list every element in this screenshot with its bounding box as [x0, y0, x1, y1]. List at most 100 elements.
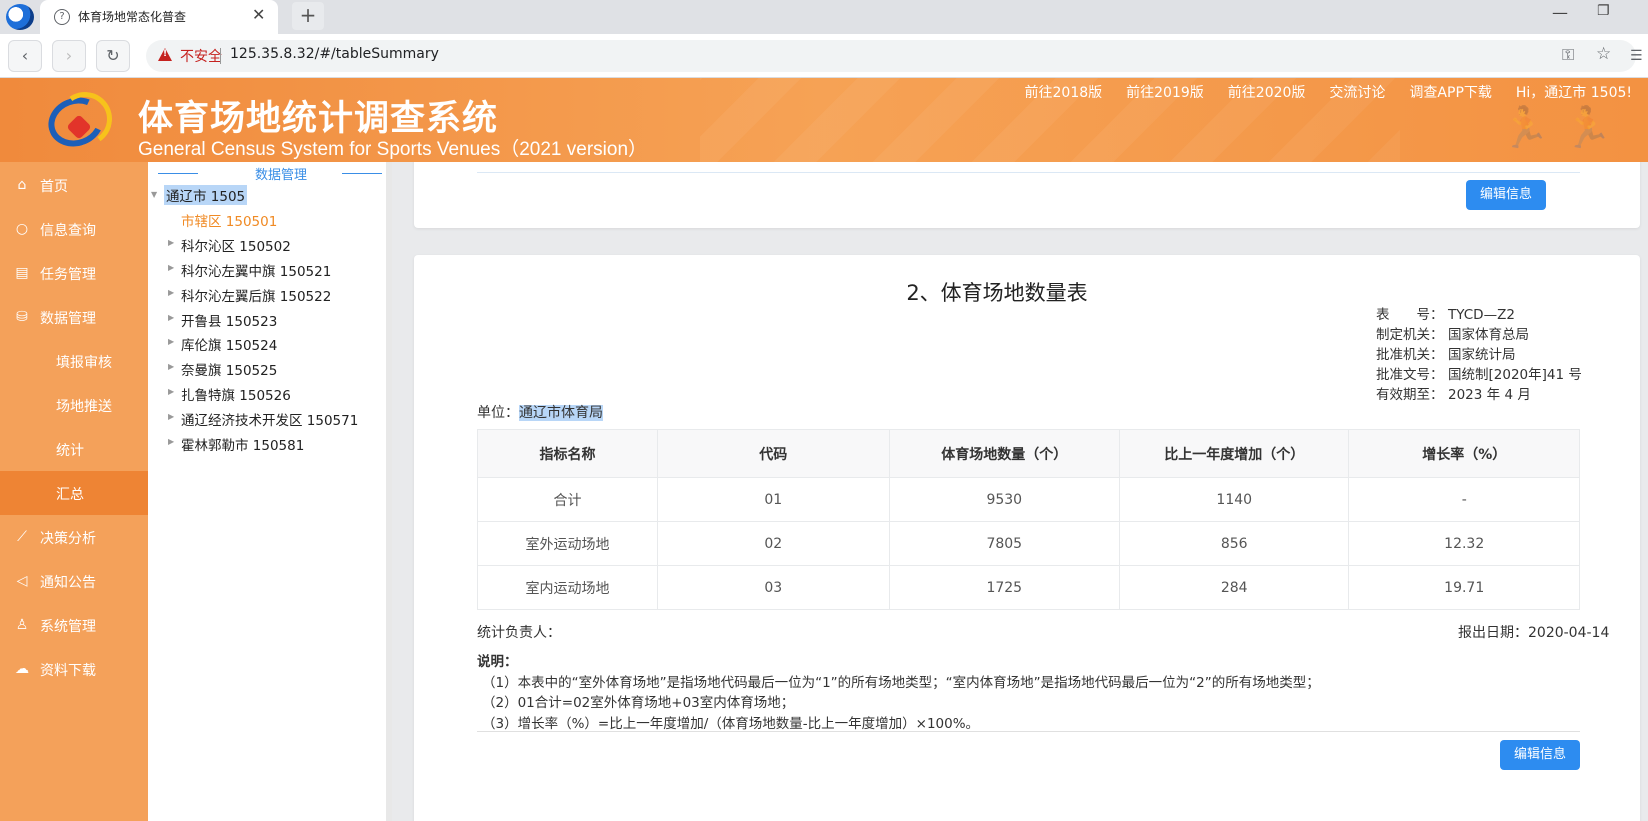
- collapse-arrow-icon[interactable]: ▶: [168, 337, 174, 346]
- venue-count-table: 指标名称 代码 体育场地数量（个） 比上一年度增加（个） 增长率（%） 合计 0…: [477, 429, 1580, 610]
- edit-info-button[interactable]: 编辑信息: [1466, 180, 1546, 210]
- table-cell: 01: [656, 477, 890, 522]
- database-icon: ⛁: [16, 309, 28, 325]
- divider: [477, 731, 1580, 732]
- user-greeting[interactable]: Hi，通辽市 1505!: [1516, 82, 1632, 102]
- speaker-icon: ◁: [16, 573, 28, 589]
- restore-icon[interactable]: ❐: [1597, 3, 1610, 19]
- table-header-row: 指标名称 代码 体育场地数量（个） 比上一年度增加（个） 增长率（%）: [477, 429, 1580, 478]
- sidebar-item-task-management[interactable]: ▤ 任务管理: [0, 251, 148, 297]
- nav-2018[interactable]: 前往2018版: [1025, 82, 1103, 102]
- home-icon: ⌂: [17, 177, 27, 193]
- collapse-arrow-icon[interactable]: ▶: [168, 238, 174, 247]
- sidebar-item-statistics[interactable]: 统计: [0, 427, 148, 473]
- previous-report-card: 编辑信息: [414, 162, 1640, 228]
- tree-node[interactable]: 通辽经济技术开发区 150571: [181, 409, 358, 429]
- nav-2020[interactable]: 前往2020版: [1228, 82, 1306, 102]
- collapse-arrow-icon[interactable]: ▶: [168, 362, 174, 371]
- browser-tab-bar: ? 体育场地常态化普查 ✕ + — ❐: [0, 0, 1648, 34]
- download-icon: ☁: [15, 661, 29, 677]
- menu-icon[interactable]: ☰: [1630, 48, 1643, 64]
- main-content: 编辑信息 2、体育场地数量表 表 号： TYCD—Z2 制定机关： 国家体育总局 批…: [392, 162, 1648, 821]
- bookmark-star-icon[interactable]: ☆: [1596, 44, 1611, 64]
- column-header: 增长率（%）: [1348, 429, 1580, 478]
- sidebar-item-downloads[interactable]: ☁ 资料下载: [0, 647, 148, 693]
- tree-node[interactable]: 科尔沁左翼后旗 150522: [181, 285, 331, 305]
- nav-discussion[interactable]: 交流讨论: [1329, 82, 1385, 102]
- note-line: （1）本表中的“室外体育场地”是指场地代码最后一位为“1”的所有场地类型；“室内…: [482, 674, 1320, 691]
- address-bar: ‹ › ↻ ! 不安全 125.35.8.32/#/tableSummary ⚿…: [0, 34, 1648, 78]
- collapse-arrow-icon[interactable]: ▶: [168, 412, 174, 421]
- table-cell: 1725: [888, 565, 1121, 610]
- collapse-arrow-icon[interactable]: ▶: [168, 437, 174, 446]
- sidebar-item-venue-push[interactable]: 场地推送: [0, 383, 148, 429]
- tree-node[interactable]: 科尔沁左翼中旗 150521: [181, 260, 331, 280]
- table-cell: 12.32: [1348, 521, 1580, 566]
- tree-node[interactable]: 霍林郭勒市 150581: [181, 434, 304, 454]
- sidebar-item-review[interactable]: 填报审核: [0, 339, 148, 385]
- browser-tab[interactable]: ? 体育场地常态化普查 ✕: [40, 0, 278, 34]
- table-cell: 合计: [477, 477, 658, 522]
- column-header: 代码: [656, 429, 890, 478]
- task-icon: ▤: [15, 265, 29, 281]
- sidebar-item-decision-analysis[interactable]: ⟋ 决策分析: [0, 515, 148, 561]
- sidebar-item-info-query[interactable]: ○ 信息查询: [0, 207, 148, 253]
- unit-line: 单位：通辽市体育局: [477, 402, 603, 422]
- note-line: （2）01合计=02室外体育场地+03室内体育场地；: [482, 695, 795, 711]
- sidebar: ⌂ 首页 ○ 信息查询 ▤ 任务管理 ⛁ 数据管理 填报审核 场地推送 统计 汇…: [0, 162, 148, 821]
- sidebar-item-data-management[interactable]: ⛁ 数据管理: [0, 295, 148, 341]
- report-card: 2、体育场地数量表 表 号： TYCD—Z2 制定机关： 国家体育总局 批准机关：国…: [414, 255, 1640, 821]
- insecure-label[interactable]: 不安全: [180, 46, 222, 66]
- column-header: 比上一年度增加（个）: [1119, 429, 1350, 478]
- report-date: 报出日期：2020-04-14: [1458, 625, 1610, 641]
- nav-2019[interactable]: 前往2019版: [1126, 82, 1204, 102]
- tree-node[interactable]: 开鲁县 150523: [181, 310, 277, 330]
- key-icon[interactable]: ⚿: [1562, 45, 1574, 65]
- report-meta: 表 号： TYCD—Z2 制定机关： 国家体育总局 批准机关： 国家统计局 批准文号：…: [1376, 307, 1582, 403]
- collapse-arrow-icon[interactable]: ▶: [168, 288, 174, 297]
- table-cell: 1140: [1119, 477, 1350, 522]
- user-icon: ♙: [15, 617, 29, 633]
- omnibox[interactable]: ! 不安全 125.35.8.32/#/tableSummary ⚿ ☆: [146, 40, 1636, 72]
- collapse-arrow-icon[interactable]: ▶: [168, 263, 174, 272]
- tree-node[interactable]: 奈曼旗 150525: [181, 359, 277, 379]
- tree-node[interactable]: 扎鲁特旗 150526: [181, 384, 291, 404]
- table-cell: 856: [1119, 521, 1350, 566]
- help-icon: ?: [54, 9, 70, 25]
- sidebar-item-summary[interactable]: 汇总: [0, 471, 148, 515]
- collapse-arrow-icon[interactable]: ▶: [168, 387, 174, 396]
- tab-close-icon[interactable]: ✕: [252, 5, 265, 24]
- table-row: 室外运动场地 02 7805 856 12.32: [477, 521, 1580, 566]
- unit-value: 通辽市体育局: [519, 405, 603, 421]
- table-cell: 19.71: [1348, 565, 1580, 610]
- collapse-arrow-icon[interactable]: ▶: [168, 313, 174, 322]
- new-tab-button[interactable]: +: [292, 2, 324, 30]
- tree-node-selected[interactable]: 市辖区 150501: [181, 210, 277, 230]
- table-cell: 9530: [888, 477, 1121, 522]
- browser-logo-icon: [6, 4, 34, 30]
- tree-node[interactable]: 科尔沁区 150502: [181, 235, 291, 255]
- report-title: 2、体育场地数量表: [906, 281, 1088, 305]
- divider: [477, 172, 1580, 173]
- edit-info-button[interactable]: 编辑信息: [1500, 740, 1580, 770]
- forward-button[interactable]: ›: [52, 40, 86, 72]
- unit-label: 单位：: [477, 405, 519, 421]
- reload-button[interactable]: ↻: [96, 40, 130, 72]
- sidebar-item-home[interactable]: ⌂ 首页: [0, 163, 148, 209]
- back-button[interactable]: ‹: [8, 40, 42, 72]
- table-cell: 7805: [888, 521, 1121, 566]
- table-cell: 284: [1119, 565, 1350, 610]
- table-cell: -: [1348, 477, 1580, 522]
- expand-arrow-icon[interactable]: ▼: [151, 190, 157, 199]
- tree-node-root[interactable]: 通辽市 1505: [164, 185, 248, 205]
- region-tree: 数据管理 ▼ 通辽市 1505 市辖区 150501 ▶ 科尔沁区 150502…: [148, 162, 390, 821]
- nav-app-download[interactable]: 调查APP下载: [1409, 82, 1491, 102]
- tree-header: 数据管理: [158, 164, 388, 183]
- minimize-icon[interactable]: —: [1552, 3, 1568, 22]
- sidebar-item-notices[interactable]: ◁ 通知公告: [0, 559, 148, 605]
- sidebar-item-system-management[interactable]: ♙ 系统管理: [0, 603, 148, 649]
- tree-node[interactable]: 库伦旗 150524: [181, 334, 277, 354]
- top-nav: 前往2018版 前往2019版 前往2020版 交流讨论 调查APP下载 Hi，…: [1025, 82, 1633, 102]
- system-subtitle: General Census System for Sports Venues（…: [138, 139, 648, 160]
- url-text[interactable]: 125.35.8.32/#/tableSummary: [230, 46, 439, 62]
